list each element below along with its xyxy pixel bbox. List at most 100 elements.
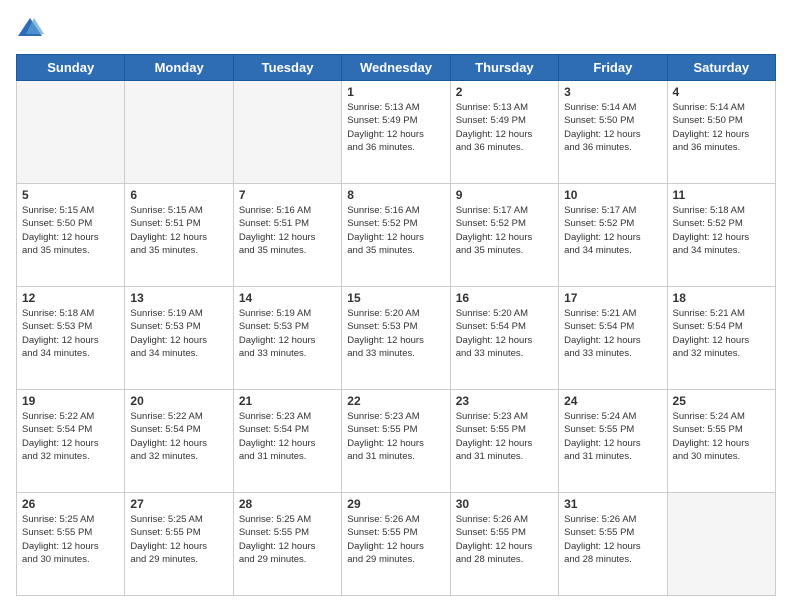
day-number: 13 bbox=[130, 291, 227, 305]
day-info: Sunrise: 5:26 AM Sunset: 5:55 PM Dayligh… bbox=[456, 513, 553, 566]
day-number: 4 bbox=[673, 85, 770, 99]
day-number: 25 bbox=[673, 394, 770, 408]
day-info: Sunrise: 5:21 AM Sunset: 5:54 PM Dayligh… bbox=[564, 307, 661, 360]
calendar-cell bbox=[233, 81, 341, 184]
calendar-cell: 3Sunrise: 5:14 AM Sunset: 5:50 PM Daylig… bbox=[559, 81, 667, 184]
calendar-cell: 10 Sunrise: 5:17 AM Sunset: 5:52 PM Dayli… bbox=[559, 184, 667, 287]
calendar-cell: 17Sunrise: 5:21 AM Sunset: 5:54 PM Dayli… bbox=[559, 287, 667, 390]
day-number: 3 bbox=[564, 85, 661, 99]
day-info: Sunrise: 5:26 AM Sunset: 5:55 PM Dayligh… bbox=[564, 513, 661, 566]
calendar-week-row: 12 Sunrise: 5:18 AM Sunset: 5:53 PM Dayli… bbox=[17, 287, 776, 390]
day-info: Sunrise: 5:23 AM Sunset: 5:55 PM Dayligh… bbox=[456, 410, 553, 463]
day-info: Sunrise: 5:17 AM Sunset: 5:52 PM Dayligh… bbox=[564, 204, 661, 257]
day-info: Sunrise: 5:21 AM Sunset: 5:54 PM Dayligh… bbox=[673, 307, 770, 360]
day-info: Sunrise: 5:15 AM Sunset: 5:50 PM Dayligh… bbox=[22, 204, 119, 257]
calendar-cell: 22 Sunrise: 5:23 AM Sunset: 5:55 PM Dayli… bbox=[342, 390, 450, 493]
calendar-cell: 9 Sunrise: 5:17 AM Sunset: 5:52 PM Daylig… bbox=[450, 184, 558, 287]
day-info: Sunrise: 5:14 AM Sunset: 5:50 PM Dayligh… bbox=[673, 101, 770, 154]
calendar-cell: 7 Sunrise: 5:16 AM Sunset: 5:51 PM Daylig… bbox=[233, 184, 341, 287]
calendar-cell: 20Sunrise: 5:22 AM Sunset: 5:54 PM Dayli… bbox=[125, 390, 233, 493]
day-number: 7 bbox=[239, 188, 336, 202]
calendar-cell: 1Sunrise: 5:13 AM Sunset: 5:49 PM Daylig… bbox=[342, 81, 450, 184]
day-number: 9 bbox=[456, 188, 553, 202]
day-info: Sunrise: 5:26 AM Sunset: 5:55 PM Dayligh… bbox=[347, 513, 444, 566]
calendar-cell: 18Sunrise: 5:21 AM Sunset: 5:54 PM Dayli… bbox=[667, 287, 775, 390]
day-number: 20 bbox=[130, 394, 227, 408]
page: SundayMondayTuesdayWednesdayThursdayFrid… bbox=[0, 0, 792, 612]
calendar-cell: 6 Sunrise: 5:15 AM Sunset: 5:51 PM Daylig… bbox=[125, 184, 233, 287]
logo bbox=[16, 16, 48, 44]
day-number: 6 bbox=[130, 188, 227, 202]
calendar-cell: 31Sunrise: 5:26 AM Sunset: 5:55 PM Dayli… bbox=[559, 493, 667, 596]
calendar-cell: 2 Sunrise: 5:13 AM Sunset: 5:49 PM Daylig… bbox=[450, 81, 558, 184]
day-number: 23 bbox=[456, 394, 553, 408]
day-number: 26 bbox=[22, 497, 119, 511]
day-number: 8 bbox=[347, 188, 444, 202]
calendar-cell bbox=[667, 493, 775, 596]
day-info: Sunrise: 5:24 AM Sunset: 5:55 PM Dayligh… bbox=[564, 410, 661, 463]
calendar-cell bbox=[17, 81, 125, 184]
day-info: Sunrise: 5:17 AM Sunset: 5:52 PM Dayligh… bbox=[456, 204, 553, 257]
day-number: 2 bbox=[456, 85, 553, 99]
day-number: 15 bbox=[347, 291, 444, 305]
calendar-cell: 5 Sunrise: 5:15 AM Sunset: 5:50 PM Daylig… bbox=[17, 184, 125, 287]
day-info: Sunrise: 5:13 AM Sunset: 5:49 PM Dayligh… bbox=[456, 101, 553, 154]
day-number: 30 bbox=[456, 497, 553, 511]
day-info: Sunrise: 5:24 AM Sunset: 5:55 PM Dayligh… bbox=[673, 410, 770, 463]
day-number: 21 bbox=[239, 394, 336, 408]
calendar-cell: 25 Sunrise: 5:24 AM Sunset: 5:55 PM Dayli… bbox=[667, 390, 775, 493]
calendar-cell: 28 Sunrise: 5:25 AM Sunset: 5:55 PM Dayli… bbox=[233, 493, 341, 596]
day-number: 19 bbox=[22, 394, 119, 408]
calendar-cell: 24Sunrise: 5:24 AM Sunset: 5:55 PM Dayli… bbox=[559, 390, 667, 493]
day-info: Sunrise: 5:16 AM Sunset: 5:52 PM Dayligh… bbox=[347, 204, 444, 257]
day-info: Sunrise: 5:19 AM Sunset: 5:53 PM Dayligh… bbox=[130, 307, 227, 360]
calendar-cell: 15 Sunrise: 5:20 AM Sunset: 5:53 PM Dayli… bbox=[342, 287, 450, 390]
day-number: 22 bbox=[347, 394, 444, 408]
day-info: Sunrise: 5:18 AM Sunset: 5:52 PM Dayligh… bbox=[673, 204, 770, 257]
day-info: Sunrise: 5:23 AM Sunset: 5:54 PM Dayligh… bbox=[239, 410, 336, 463]
day-number: 12 bbox=[22, 291, 119, 305]
calendar-cell: 12 Sunrise: 5:18 AM Sunset: 5:53 PM Dayli… bbox=[17, 287, 125, 390]
day-info: Sunrise: 5:23 AM Sunset: 5:55 PM Dayligh… bbox=[347, 410, 444, 463]
day-number: 10 bbox=[564, 188, 661, 202]
calendar-day-header: Tuesday bbox=[233, 55, 341, 81]
calendar-cell: 19 Sunrise: 5:22 AM Sunset: 5:54 PM Dayli… bbox=[17, 390, 125, 493]
calendar-week-row: 19 Sunrise: 5:22 AM Sunset: 5:54 PM Dayli… bbox=[17, 390, 776, 493]
calendar-week-row: 1 Sunrise: 5:13 AM Sunset: 5:49 PM Daylig… bbox=[17, 81, 776, 184]
day-info: Sunrise: 5:16 AM Sunset: 5:51 PM Dayligh… bbox=[239, 204, 336, 257]
calendar-day-header: Thursday bbox=[450, 55, 558, 81]
calendar-week-row: 5 Sunrise: 5:15 AM Sunset: 5:50 PM Daylig… bbox=[17, 184, 776, 287]
calendar-cell: 23 Sunrise: 5:23 AM Sunset: 5:55 PM Dayli… bbox=[450, 390, 558, 493]
day-number: 16 bbox=[456, 291, 553, 305]
day-number: 28 bbox=[239, 497, 336, 511]
day-number: 27 bbox=[130, 497, 227, 511]
day-info: Sunrise: 5:25 AM Sunset: 5:55 PM Dayligh… bbox=[130, 513, 227, 566]
calendar-week-row: 26 Sunrise: 5:25 AM Sunset: 5:55 PM Dayli… bbox=[17, 493, 776, 596]
day-info: Sunrise: 5:19 AM Sunset: 5:53 PM Dayligh… bbox=[239, 307, 336, 360]
day-info: Sunrise: 5:25 AM Sunset: 5:55 PM Dayligh… bbox=[22, 513, 119, 566]
calendar-cell: 26 Sunrise: 5:25 AM Sunset: 5:55 PM Dayli… bbox=[17, 493, 125, 596]
calendar-day-header: Monday bbox=[125, 55, 233, 81]
day-info: Sunrise: 5:25 AM Sunset: 5:55 PM Dayligh… bbox=[239, 513, 336, 566]
calendar-cell: 27 Sunrise: 5:25 AM Sunset: 5:55 PM Dayli… bbox=[125, 493, 233, 596]
day-info: Sunrise: 5:18 AM Sunset: 5:53 PM Dayligh… bbox=[22, 307, 119, 360]
logo-icon bbox=[16, 16, 44, 44]
calendar-day-header: Friday bbox=[559, 55, 667, 81]
day-number: 11 bbox=[673, 188, 770, 202]
day-number: 1 bbox=[347, 85, 444, 99]
day-info: Sunrise: 5:15 AM Sunset: 5:51 PM Dayligh… bbox=[130, 204, 227, 257]
day-number: 5 bbox=[22, 188, 119, 202]
calendar-cell: 16 Sunrise: 5:20 AM Sunset: 5:54 PM Dayli… bbox=[450, 287, 558, 390]
day-number: 29 bbox=[347, 497, 444, 511]
calendar-cell: 29 Sunrise: 5:26 AM Sunset: 5:55 PM Dayli… bbox=[342, 493, 450, 596]
calendar-cell: 8 Sunrise: 5:16 AM Sunset: 5:52 PM Daylig… bbox=[342, 184, 450, 287]
calendar-cell: 4 Sunrise: 5:14 AM Sunset: 5:50 PM Daylig… bbox=[667, 81, 775, 184]
day-info: Sunrise: 5:20 AM Sunset: 5:53 PM Dayligh… bbox=[347, 307, 444, 360]
calendar-day-header: Sunday bbox=[17, 55, 125, 81]
day-info: Sunrise: 5:20 AM Sunset: 5:54 PM Dayligh… bbox=[456, 307, 553, 360]
calendar-header-row: SundayMondayTuesdayWednesdayThursdayFrid… bbox=[17, 55, 776, 81]
calendar-table: SundayMondayTuesdayWednesdayThursdayFrid… bbox=[16, 54, 776, 596]
calendar-cell: 14Sunrise: 5:19 AM Sunset: 5:53 PM Dayli… bbox=[233, 287, 341, 390]
day-info: Sunrise: 5:22 AM Sunset: 5:54 PM Dayligh… bbox=[22, 410, 119, 463]
calendar-cell: 13 Sunrise: 5:19 AM Sunset: 5:53 PM Dayli… bbox=[125, 287, 233, 390]
